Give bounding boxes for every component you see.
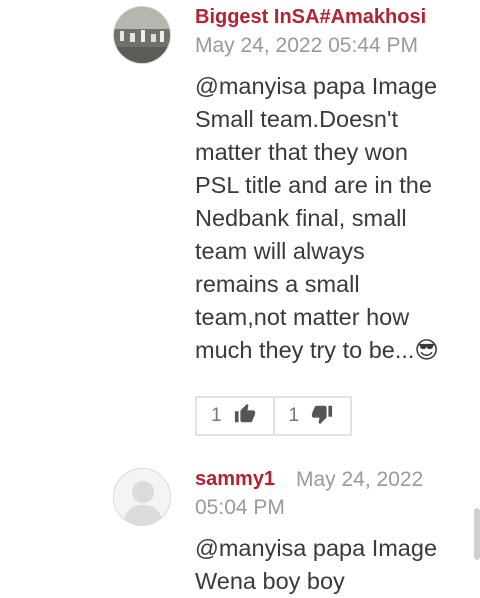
comment-line: team,not matter how (195, 304, 410, 330)
comment-line: @manyisa papa Image (195, 73, 438, 99)
avatar-image (114, 7, 170, 63)
comment-body: @manyisa papa Image Small team.Doesn't m… (195, 70, 457, 367)
comment-line: Wena boy boy (195, 568, 345, 594)
comment-date: 05:04 PM (195, 496, 285, 519)
comment-date: May 24, 2022 (296, 468, 424, 491)
vote-box: 1 1 (195, 396, 352, 436)
comment-line: remains a small (195, 271, 360, 297)
comment-date: May 24, 2022 05:44 PM (195, 34, 418, 57)
thumbs-down-icon (311, 403, 333, 430)
dislike-count: 1 (288, 405, 300, 426)
scrollbar[interactable] (474, 508, 480, 560)
like-count: 1 (211, 405, 222, 426)
like-button[interactable]: 1 (197, 398, 273, 434)
comment-line: much they try to be...😎 (195, 337, 439, 363)
comment-body: @manyisa papa Image Wena boy boy (195, 532, 457, 598)
comment-line: Nedbank final, small (195, 205, 407, 231)
default-user-icon (114, 469, 170, 525)
comment-line: team will always (195, 238, 365, 264)
comment-line: matter that they won (195, 139, 408, 165)
dislike-button[interactable]: 1 (272, 398, 351, 434)
comment-author[interactable]: Biggest InSA#Amakhosi (195, 6, 426, 29)
comment-author[interactable]: sammy1 (195, 468, 275, 491)
user-avatar-photo[interactable] (113, 6, 171, 64)
thumbs-up-icon (234, 403, 256, 430)
comment-line: Small team.Doesn't (195, 106, 399, 132)
comment-line: PSL title and are in the (195, 172, 432, 198)
comment-line: @manyisa papa Image (195, 535, 438, 561)
user-avatar-default[interactable] (113, 468, 171, 526)
